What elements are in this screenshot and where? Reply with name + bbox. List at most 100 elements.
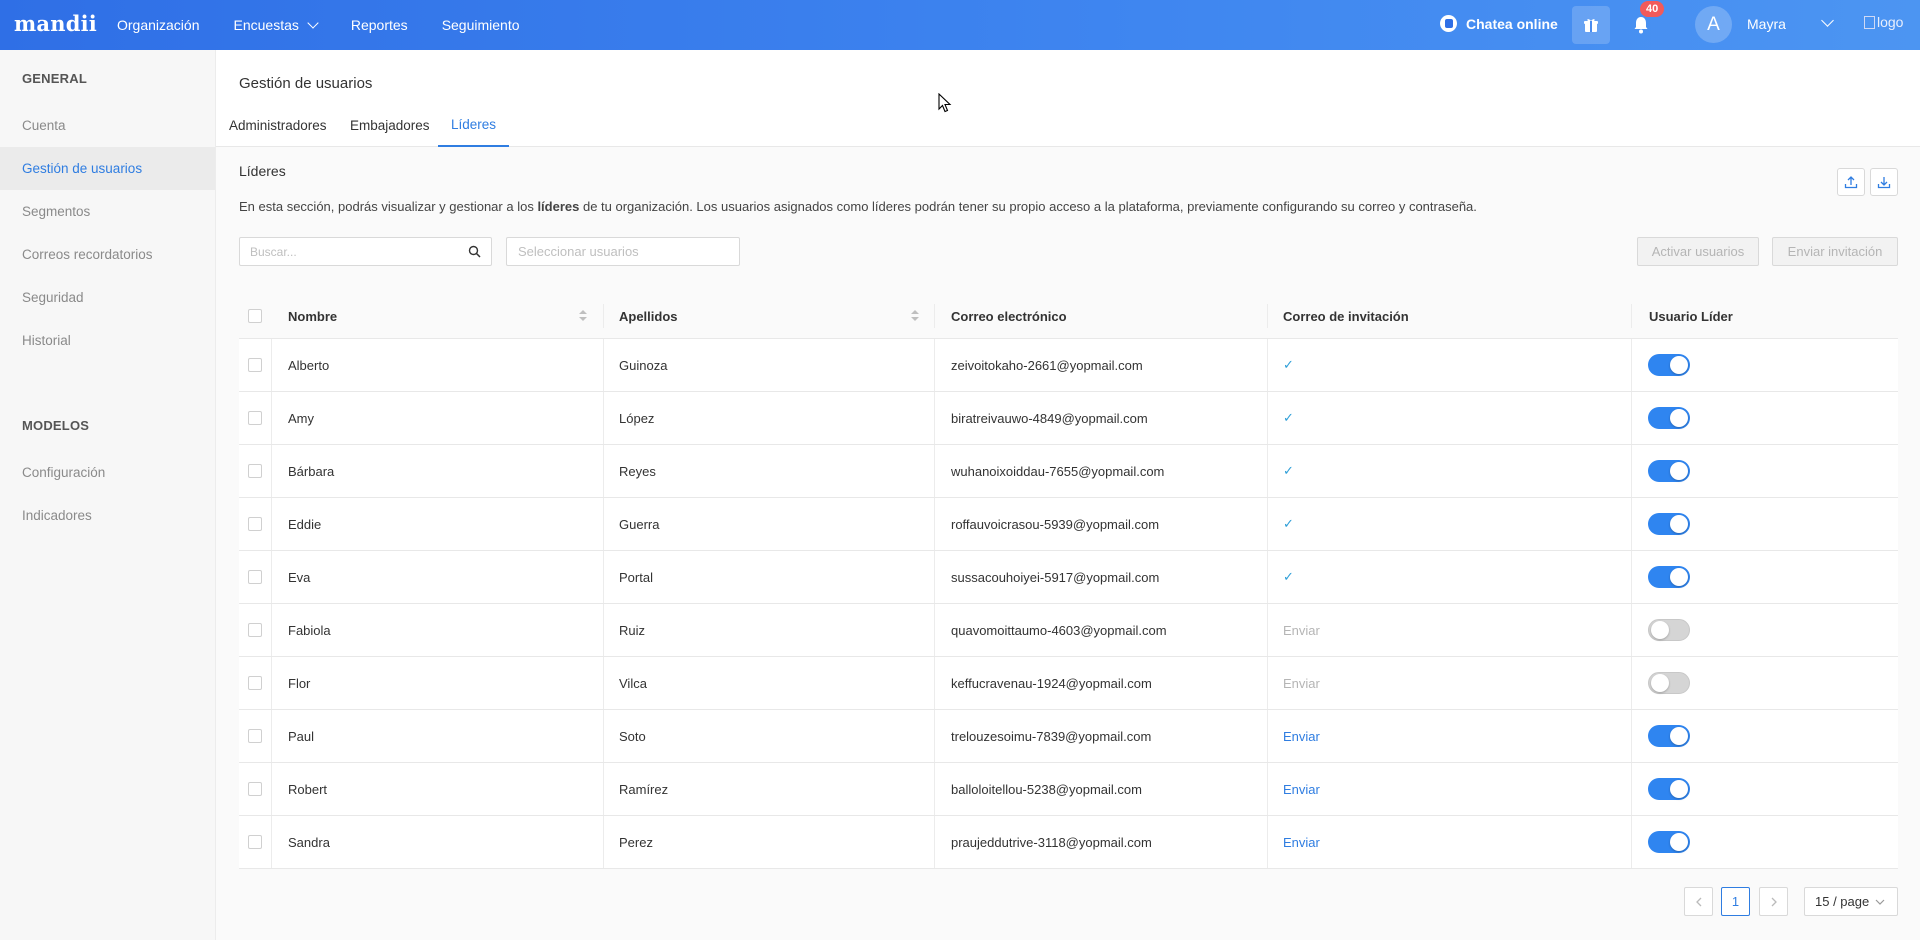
select-users-dropdown[interactable]: Seleccionar usuarios: [506, 237, 740, 266]
cell-nombre: Sandra: [288, 834, 330, 850]
nav-encuestas[interactable]: Encuestas: [234, 17, 319, 33]
toggle-knob: [1651, 674, 1669, 692]
sidebar-item-historial[interactable]: Historial: [0, 319, 215, 362]
cell-apellidos: López: [619, 410, 655, 426]
column-divider: [603, 392, 604, 444]
check-icon: ✓: [1283, 569, 1294, 584]
sort-icon[interactable]: [911, 310, 919, 322]
sort-icon[interactable]: [579, 310, 587, 322]
cell-correo: roffauvoicrasou-5939@yopmail.com: [951, 516, 1160, 532]
invitation-cell: Enviar: [1283, 604, 1320, 656]
row-checkbox[interactable]: [248, 835, 262, 849]
description-bold: líderes: [537, 199, 580, 214]
sidebar-item-indicadores[interactable]: Indicadores: [0, 494, 215, 537]
search-input[interactable]: [240, 238, 450, 265]
cell-nombre: Paul: [288, 728, 315, 744]
column-divider: [934, 816, 935, 868]
download-button[interactable]: [1870, 168, 1898, 196]
send-invitation-button[interactable]: Enviar invitación: [1772, 237, 1898, 266]
toggle-knob: [1670, 409, 1688, 427]
leader-toggle[interactable]: [1648, 513, 1690, 535]
next-page-button[interactable]: [1759, 887, 1788, 916]
avatar[interactable]: A: [1695, 6, 1732, 43]
row-checkbox[interactable]: [248, 676, 262, 690]
send-invitation-link[interactable]: Enviar: [1283, 835, 1320, 850]
column-divider: [1631, 498, 1632, 550]
bell-icon[interactable]: [1630, 14, 1652, 36]
column-divider: [1267, 445, 1268, 497]
page-1-button[interactable]: 1: [1721, 887, 1750, 916]
sidebar-item-gestion-usuarios[interactable]: Gestión de usuarios: [0, 147, 215, 190]
row-checkbox[interactable]: [248, 358, 262, 372]
leader-toggle[interactable]: [1648, 725, 1690, 747]
company-logo: logo: [1864, 14, 1903, 30]
column-header-apellidos[interactable]: Apellidos: [619, 293, 678, 339]
user-name[interactable]: Mayra: [1747, 16, 1786, 32]
brand-logo[interactable]: mandii: [14, 11, 97, 36]
gift-button[interactable]: [1572, 6, 1610, 44]
row-checkbox[interactable]: [248, 729, 262, 743]
sidebar-item-correos-recordatorios[interactable]: Correos recordatorios: [0, 233, 215, 276]
row-checkbox[interactable]: [248, 411, 262, 425]
chevron-right-icon: [1771, 897, 1777, 906]
sidebar-item-label: Seguridad: [22, 290, 84, 305]
search-icon[interactable]: [468, 245, 481, 258]
nav-organizacion[interactable]: Organización: [117, 17, 200, 33]
cell-nombre: Bárbara: [288, 463, 335, 479]
cell-apellidos: Ruiz: [619, 622, 646, 638]
column-header-nombre[interactable]: Nombre: [288, 293, 337, 339]
leader-toggle[interactable]: [1648, 460, 1690, 482]
prev-page-button[interactable]: [1684, 887, 1713, 916]
row-checkbox[interactable]: [248, 570, 262, 584]
sidebar-item-segmentos[interactable]: Segmentos: [0, 190, 215, 233]
column-divider: [1267, 551, 1268, 603]
tab-embajadores[interactable]: Embajadores: [350, 104, 430, 147]
column-divider: [934, 657, 935, 709]
sidebar-item-configuracion[interactable]: Configuración: [0, 451, 215, 494]
invitation-sent-cell: ✓: [1283, 445, 1294, 497]
cell-correo: sussacouhoiyei-5917@yopmail.com: [951, 569, 1160, 585]
leader-toggle[interactable]: [1648, 672, 1690, 694]
column-divider: [603, 551, 604, 603]
sidebar-item-label: Correos recordatorios: [22, 247, 153, 262]
cell-apellidos: Portal: [619, 569, 653, 585]
nav-reportes[interactable]: Reportes: [351, 17, 408, 33]
row-checkbox[interactable]: [248, 464, 262, 478]
tab-lideres[interactable]: Líderes: [438, 104, 510, 147]
column-divider: [271, 657, 272, 709]
column-divider: [1631, 657, 1632, 709]
send-invitation-link[interactable]: Enviar: [1283, 782, 1320, 797]
row-checkbox[interactable]: [248, 782, 262, 796]
chevron-down-icon[interactable]: [1821, 14, 1834, 27]
leader-toggle[interactable]: [1648, 619, 1690, 641]
sidebar-section-modelos: MODELOS: [22, 418, 90, 433]
column-divider: [603, 816, 604, 868]
column-divider: [1631, 304, 1632, 328]
sidebar-item-cuenta[interactable]: Cuenta: [0, 104, 215, 147]
upload-button[interactable]: [1837, 168, 1865, 196]
table-row: Paul Soto trelouzesoimu-7839@yopmail.com En…: [239, 710, 1898, 763]
activate-users-button[interactable]: Activar usuarios: [1637, 237, 1759, 266]
sidebar: GENERAL Cuenta Gestión de usuarios Segme…: [0, 50, 216, 940]
row-checkbox[interactable]: [248, 623, 262, 637]
column-divider: [1631, 763, 1632, 815]
check-icon: ✓: [1283, 357, 1294, 372]
select-all-checkbox[interactable]: [248, 309, 262, 323]
column-divider: [934, 304, 935, 328]
tab-administradores[interactable]: Administradores: [229, 104, 327, 147]
column-divider: [271, 816, 272, 868]
leader-toggle[interactable]: [1648, 566, 1690, 588]
sidebar-item-label: Historial: [22, 333, 71, 348]
leader-toggle[interactable]: [1648, 831, 1690, 853]
sidebar-section-general: GENERAL: [22, 71, 87, 86]
page-size-select[interactable]: 15 / page: [1804, 887, 1898, 916]
leader-toggle[interactable]: [1648, 354, 1690, 376]
leader-toggle[interactable]: [1648, 407, 1690, 429]
leader-toggle[interactable]: [1648, 778, 1690, 800]
send-invitation-link[interactable]: Enviar: [1283, 729, 1320, 744]
cell-correo: biratreivauwo-4849@yopmail.com: [951, 410, 1148, 426]
row-checkbox[interactable]: [248, 517, 262, 531]
sidebar-item-seguridad[interactable]: Seguridad: [0, 276, 215, 319]
nav-seguimiento[interactable]: Seguimiento: [442, 17, 520, 33]
chat-online-button[interactable]: Chatea online: [1440, 15, 1558, 32]
